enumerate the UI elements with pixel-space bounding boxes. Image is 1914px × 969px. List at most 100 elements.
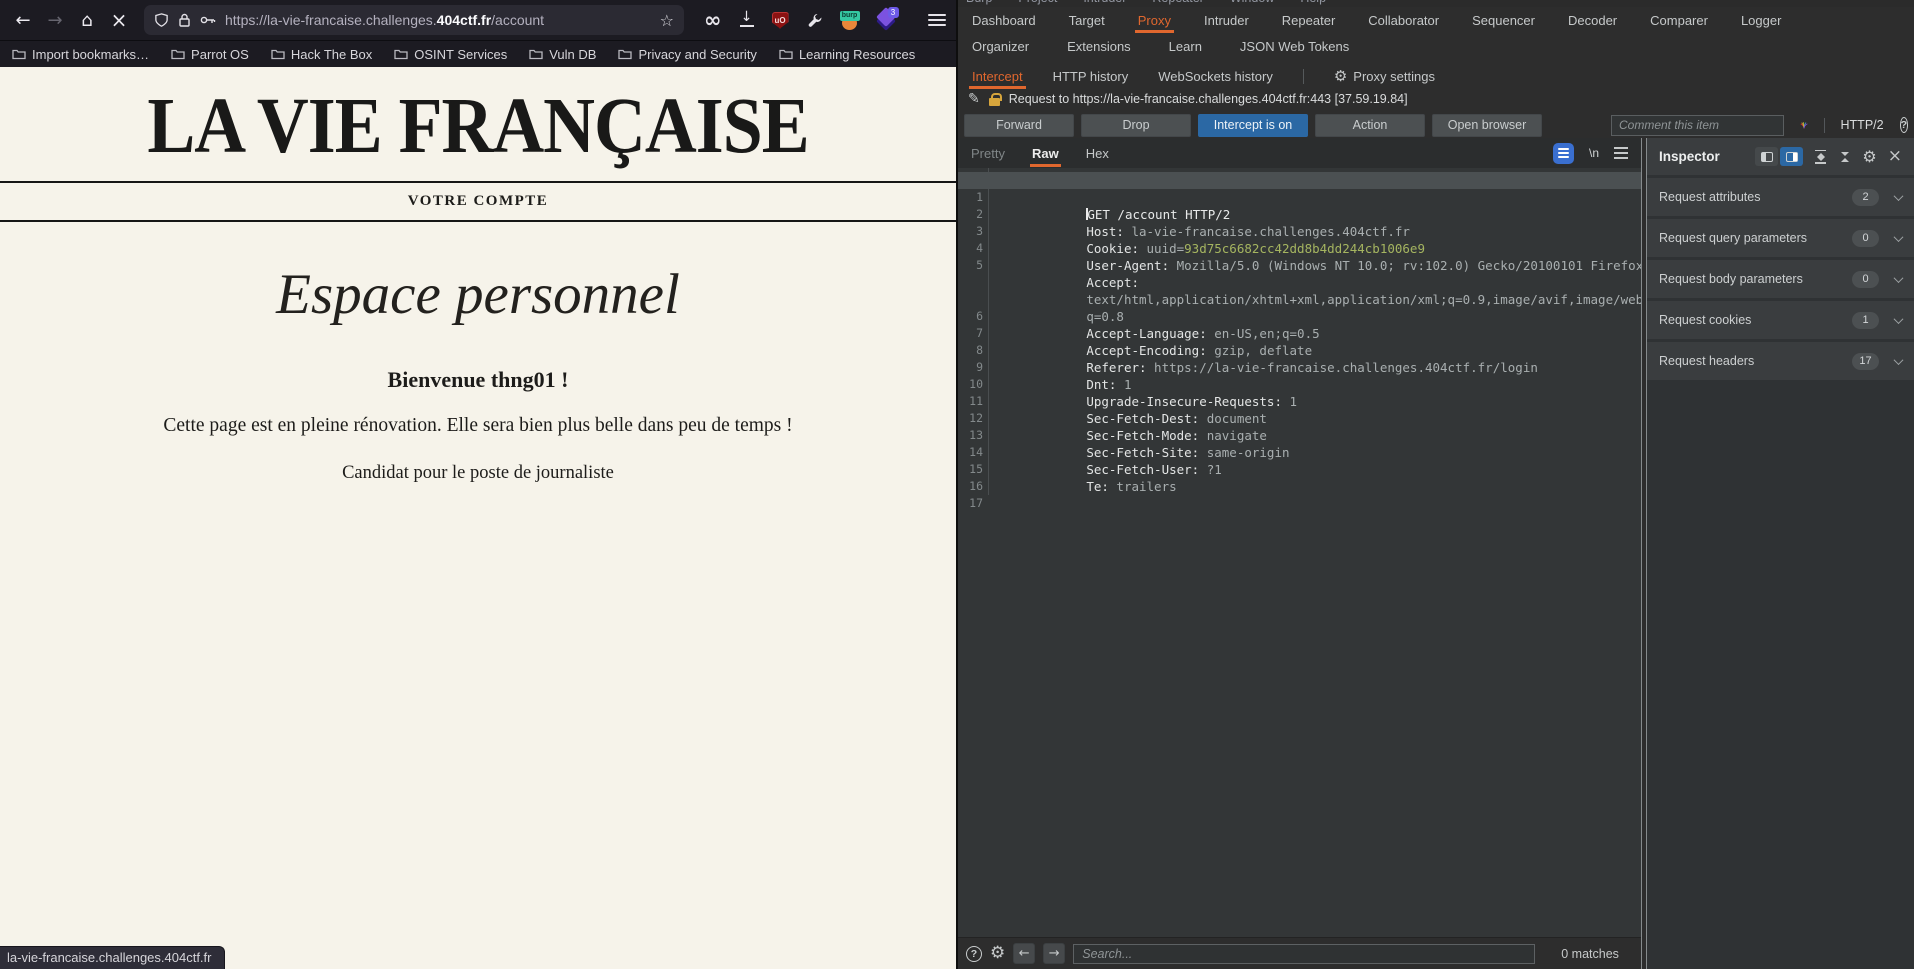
search-input[interactable] [1073,944,1535,964]
inspector-section[interactable]: Request cookies 1 [1647,301,1914,339]
request-line[interactable]: 1 GET /account HTTP/2 [958,172,1641,189]
request-line[interactable]: 15 Te: trailers [958,444,1641,461]
menubar-item[interactable]: Window [1230,0,1274,5]
main-tab[interactable]: Comparer [1650,7,1708,34]
bookmark-item[interactable]: Privacy and Security [618,47,757,62]
shield-icon[interactable] [154,12,169,28]
chevron-down-icon[interactable] [1894,232,1904,242]
url-bar[interactable]: https://la-vie-francaise.challenges.404c… [144,5,684,35]
prettify-icon[interactable] [1553,143,1574,164]
request-line[interactable]: text/html,application/xhtml+xml,applicat… [958,257,1641,274]
editor-menu-icon[interactable] [1614,147,1628,159]
forward-button-icon[interactable]: → [42,7,68,33]
burp-extension-icon[interactable]: burp [840,11,860,30]
intercept-action-button[interactable]: Drop [1081,114,1191,137]
chevron-down-icon[interactable] [1894,273,1904,283]
proxy-settings-tab[interactable]: ⚙ Proxy settings [1334,63,1435,90]
comment-input[interactable] [1611,115,1784,136]
menubar-item[interactable]: Intruder [1083,0,1126,5]
account-nav-label[interactable]: VOTRE COMPTE [0,183,956,220]
menubar-item[interactable]: Project [1018,0,1057,5]
main-tab[interactable]: Proxy [1138,7,1171,34]
chevron-down-icon[interactable] [1894,314,1904,324]
wrench-icon[interactable] [806,12,823,29]
request-line[interactable]: 13 Sec-Fetch-Site: same-origin [958,410,1641,427]
stack-extension-icon[interactable]: 3 [877,10,897,30]
bookmark-item[interactable]: OSINT Services [394,47,507,62]
expand-all-icon[interactable] [1814,150,1827,164]
proxy-subtab[interactable]: WebSockets history [1158,63,1273,90]
foxyproxy-icon[interactable]: ∞ [704,10,722,30]
bookmark-item[interactable]: Learning Resources [779,47,915,62]
search-next-icon[interactable]: → [1043,943,1065,964]
main-tab[interactable]: Intruder [1204,7,1249,34]
key-icon[interactable] [200,14,216,26]
request-line[interactable]: 2 Host: la-vie-francaise.challenges.404c… [958,189,1641,206]
main-tab[interactable]: Logger [1741,7,1781,34]
bookmark-item[interactable]: Import bookmarks… [12,47,149,62]
collapse-all-icon[interactable] [1838,150,1851,164]
url-text[interactable]: https://la-vie-francaise.challenges.404c… [225,12,544,28]
search-prev-icon[interactable]: ← [1013,943,1035,964]
intercept-action-button[interactable]: Open browser [1432,114,1542,137]
main-tab[interactable]: Decoder [1568,7,1617,34]
main-tab[interactable]: Repeater [1282,7,1335,34]
request-line[interactable]: 12 Sec-Fetch-Mode: navigate [958,393,1641,410]
request-line[interactable]: 17 [958,478,1641,495]
main-tab[interactable]: Target [1069,7,1105,34]
site-masthead[interactable]: LA VIE FRANÇAISE [14,80,941,173]
request-line[interactable]: 9 Dnt: 1 [958,342,1641,359]
chevron-down-icon[interactable] [1894,355,1904,365]
main-tab[interactable]: Sequencer [1472,7,1535,34]
dock-right-icon[interactable] [1780,147,1803,166]
back-button-icon[interactable]: ← [10,7,36,33]
intercept-action-button[interactable]: Action [1315,114,1425,137]
feather-icon[interactable] [1800,116,1808,134]
journalist-link[interactable]: Candidat pour le poste de journaliste [342,463,614,484]
downloads-icon[interactable]: ↓ [739,11,755,29]
secondary-tab[interactable]: JSON Web Tokens [1240,34,1349,59]
home-icon[interactable]: ⌂ [74,7,100,33]
proxy-subtab[interactable]: Intercept [972,63,1023,90]
bookmark-item[interactable]: Hack The Box [271,47,372,62]
main-tab[interactable]: Collaborator [1368,7,1439,34]
bookmark-item[interactable]: Vuln DB [529,47,596,62]
stop-icon[interactable]: × [106,7,132,33]
request-line[interactable]: 5 Accept: [958,240,1641,257]
request-line[interactable]: 6 Accept-Language: en-US,en;q=0.5 [958,291,1641,308]
inspector-section[interactable]: Request query parameters 0 [1647,219,1914,257]
search-settings-icon[interactable]: ⚙ [990,945,1005,962]
inspector-section[interactable]: Request body parameters 0 [1647,260,1914,298]
inspector-close-icon[interactable]: × [1888,148,1902,165]
dock-left-icon[interactable] [1755,147,1778,166]
search-help-icon[interactable]: ? [966,946,982,962]
request-text-area[interactable]: 1 GET /account HTTP/2 2 Host: la-vie-fra… [958,168,1641,495]
intercept-action-button[interactable]: Forward [964,114,1074,137]
bookmark-item[interactable]: Parrot OS [171,47,249,62]
request-line[interactable]: 16 [958,461,1641,478]
inspector-section[interactable]: Request headers 17 [1647,342,1914,380]
request-line[interactable]: 14 Sec-Fetch-User: ?1 [958,427,1641,444]
request-line[interactable]: 7 Accept-Encoding: gzip, deflate [958,308,1641,325]
intercept-action-button[interactable]: Intercept is on [1198,114,1308,137]
menubar-item[interactable]: Help [1300,0,1326,5]
lock-icon[interactable] [178,13,191,28]
menubar-item[interactable]: Burp [966,0,992,5]
ublock-icon[interactable]: uO [772,12,789,29]
request-line[interactable]: 11 Sec-Fetch-Dest: document [958,376,1641,393]
request-line[interactable]: 3 Cookie: uuid=93d75c6682cc42dd8b4dd244c… [958,206,1641,223]
bookmark-star-icon[interactable]: ☆ [660,11,674,30]
inspector-section[interactable]: Request attributes 2 [1647,178,1914,216]
main-tab[interactable]: Dashboard [972,7,1036,34]
inspector-settings-icon[interactable]: ⚙ [1862,149,1876,165]
request-line[interactable]: 10 Upgrade-Insecure-Requests: 1 [958,359,1641,376]
editor-view-tab[interactable]: Hex [1086,138,1109,168]
chevron-down-icon[interactable] [1894,191,1904,201]
help-icon[interactable]: ? [1900,117,1908,133]
secondary-tab[interactable]: Extensions [1067,34,1131,59]
menu-icon[interactable] [928,14,946,26]
newline-toggle-icon[interactable]: \n [1589,146,1599,160]
proxy-subtab[interactable]: HTTP history [1053,63,1129,90]
menubar-item[interactable]: Repeater [1152,0,1203,5]
editor-view-tab[interactable]: Raw [1032,138,1059,168]
